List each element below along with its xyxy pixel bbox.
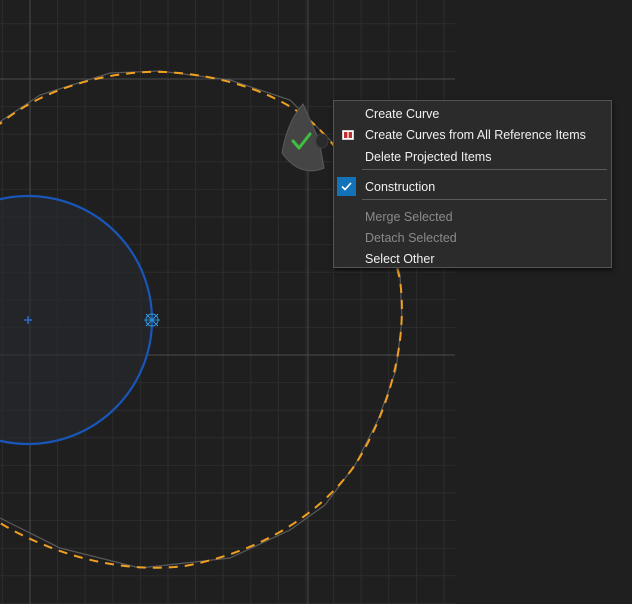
marking-menu[interactable] (281, 103, 329, 172)
menu-separator (362, 169, 607, 170)
menu-item-label: Delete Projected Items (365, 150, 492, 164)
construction-checkbox[interactable] (337, 177, 356, 196)
menu-item-create-curves-from-all-reference-items[interactable]: Create Curves from All Reference Items (334, 125, 611, 145)
menu-separator (362, 199, 607, 200)
menu-item-label: Construction (365, 180, 436, 194)
menu-item-label: Select Other (365, 252, 435, 266)
context-menu: Create Curve Create Curves from All Refe… (333, 100, 612, 268)
menu-item-create-curve[interactable]: Create Curve (334, 104, 611, 124)
menu-item-construction[interactable]: Construction (334, 177, 611, 197)
sketch-canvas[interactable] (0, 0, 632, 604)
menu-item-label: Create Curve (365, 107, 440, 121)
sketch-viewport[interactable]: Create Curve Create Curves from All Refe… (0, 0, 632, 604)
menu-item-label: Merge Selected (365, 210, 453, 224)
menu-item-label: Detach Selected (365, 231, 457, 245)
check-icon (341, 182, 352, 191)
reference-items-icon (342, 130, 354, 140)
menu-item-delete-projected-items[interactable]: Delete Projected Items (334, 147, 611, 167)
sketch-circle[interactable] (0, 194, 154, 446)
menu-item-detach-selected[interactable]: Detach Selected (334, 228, 611, 248)
menu-item-select-other[interactable]: Select Other (334, 249, 611, 269)
menu-item-merge-selected[interactable]: Merge Selected (334, 207, 611, 227)
marking-menu-center (315, 133, 329, 149)
menu-item-label: Create Curves from All Reference Items (365, 128, 586, 142)
